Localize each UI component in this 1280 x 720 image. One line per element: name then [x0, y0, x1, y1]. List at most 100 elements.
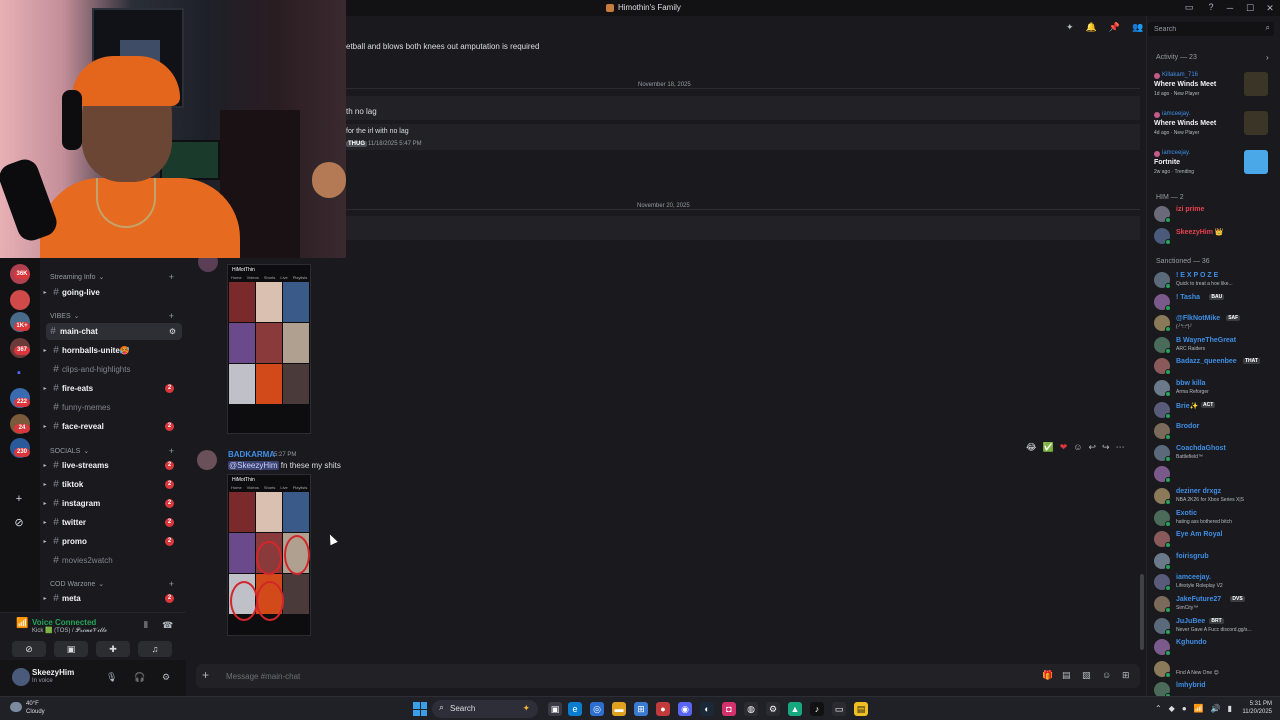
disconnect-icon[interactable]: ☎: [162, 620, 173, 631]
channel-promo[interactable]: ▸ # promo 2: [40, 533, 182, 550]
settings-icon[interactable]: ⚙: [766, 702, 780, 716]
member-item[interactable]: @FlkNotMike SAF (╯°□°)╯: [1154, 313, 1276, 333]
volume-icon[interactable]: 🔊: [1211, 704, 1221, 713]
chat-scrollbar[interactable]: [1140, 574, 1144, 650]
member-item[interactable]: deziner drxgz NBA 2K26 for Xbox Series X|…: [1154, 486, 1276, 506]
inbox-icon[interactable]: ▭: [1184, 2, 1194, 12]
network-icon[interactable]: 📶: [1194, 704, 1204, 713]
close-button[interactable]: ✕: [1260, 0, 1280, 16]
channel-main-chat[interactable]: # main-chat ⚙: [46, 323, 182, 340]
notification-bell-icon[interactable]: 🔔: [1086, 22, 1097, 33]
channel-face-reveal[interactable]: ▸ # face-reveal 2: [40, 418, 182, 435]
add-server-icon[interactable]: +: [12, 492, 26, 506]
server-icon[interactable]: [10, 290, 30, 310]
member-item[interactable]: [1154, 464, 1276, 484]
username[interactable]: SkeezyHim: [32, 668, 74, 677]
create-channel-icon[interactable]: +: [169, 579, 174, 589]
maximize-button[interactable]: ☐: [1240, 0, 1260, 16]
channel-hornballs-unite[interactable]: ▸ # hornballs-unite🥵: [40, 342, 182, 359]
voice-channel-name[interactable]: Kick 🟩 (TOS) / 𝓟𝓻𝓲𝓶𝓮𝓥𝓲𝓵𝓵𝓮: [32, 627, 107, 635]
user-mention[interactable]: @SkeezyHim: [228, 461, 279, 470]
gift-icon[interactable]: 🎁: [1042, 670, 1053, 681]
microphone-icon[interactable]: 🎙: [106, 672, 117, 683]
channel-clips-and-highlights[interactable]: # clips-and-highlights: [40, 361, 182, 378]
channel-movies2watch[interactable]: # movies2watch: [40, 552, 182, 569]
clock[interactable]: 5:31 PM 11/20/2025: [1242, 700, 1272, 716]
member-item[interactable]: Exotic hating ass bothered bitch: [1154, 508, 1276, 528]
start-button[interactable]: [413, 702, 427, 716]
reaction-emoji-icon[interactable]: 😂: [1026, 442, 1037, 453]
chrome-icon[interactable]: ●: [656, 702, 670, 716]
forward-icon[interactable]: ↪: [1102, 442, 1110, 453]
share-screen-button[interactable]: ▣: [54, 641, 88, 657]
activities-button[interactable]: ✚: [96, 641, 130, 657]
member-item[interactable]: Find A New One 😌: [1154, 659, 1276, 679]
browser-icon[interactable]: ◎: [590, 702, 604, 716]
activity-card[interactable]: iamceejay. Where Winds Meet 4d ago · New…: [1152, 111, 1274, 147]
member-list-icon[interactable]: 👥: [1132, 22, 1143, 33]
edge-icon[interactable]: e: [568, 702, 582, 716]
file-explorer-icon[interactable]: ▬: [612, 702, 626, 716]
member-item[interactable]: JuJuBee BRT Never Gave A Fucc discord.gg/s…: [1154, 616, 1276, 636]
obs-icon[interactable]: ◍: [744, 702, 758, 716]
instagram-icon[interactable]: ◘: [722, 702, 736, 716]
add-reaction-icon[interactable]: ☺: [1073, 442, 1082, 453]
category-streaming-info[interactable]: Streaming Info ⌄ +: [50, 272, 178, 282]
channel-settings-icon[interactable]: ⚙: [169, 327, 176, 336]
channel-instagram[interactable]: ▸ # instagram 2: [40, 495, 182, 512]
channel-meta[interactable]: ▸ # meta 2: [40, 590, 182, 607]
reaction-heart-icon[interactable]: ❤: [1060, 442, 1068, 453]
member-item[interactable]: foirisgrub: [1154, 551, 1276, 571]
member-item[interactable]: izi prime: [1154, 204, 1276, 224]
member-item[interactable]: Brie✨ ACT: [1154, 400, 1276, 420]
create-channel-icon[interactable]: +: [169, 272, 174, 282]
camera-off-button[interactable]: ⊘: [12, 641, 46, 657]
apps-icon[interactable]: ⊞: [1122, 670, 1130, 681]
tray-app-icon[interactable]: ●: [1182, 704, 1187, 713]
member-item[interactable]: Eye Am Royal: [1154, 529, 1276, 549]
tray-app-icon[interactable]: ◆: [1169, 704, 1175, 713]
gif-icon[interactable]: ▤: [1062, 670, 1071, 681]
attachment-image[interactable]: HiMotThin Home Videos Shorts Live Playli…: [227, 474, 311, 636]
search-input[interactable]: [1154, 23, 1254, 35]
member-item[interactable]: Kghundo: [1154, 637, 1276, 657]
more-icon[interactable]: ⋯: [1116, 442, 1125, 453]
channel-going-live[interactable]: ▸ # going-live: [40, 284, 182, 301]
activity-header[interactable]: Activity — 23: [1156, 54, 1197, 61]
pin-icon[interactable]: 📌: [1109, 22, 1120, 33]
add-attachment-icon[interactable]: +: [202, 668, 209, 682]
chevron-right-icon[interactable]: ›: [1266, 53, 1269, 62]
steam-icon[interactable]: ◐: [700, 702, 714, 716]
message-input[interactable]: [226, 669, 1006, 683]
reply-icon[interactable]: ↩: [1089, 442, 1097, 453]
sticker-icon[interactable]: ▧: [1082, 670, 1091, 681]
signal-icon[interactable]: 📶: [16, 618, 28, 629]
member-item[interactable]: JakeFuture27 DVS SimCity™: [1154, 594, 1276, 614]
discover-icon[interactable]: ⊘: [12, 516, 26, 530]
avatar[interactable]: [12, 668, 30, 686]
member-item[interactable]: ! Tasha BAU: [1154, 292, 1276, 312]
member-item[interactable]: SkeezyHim 👑: [1154, 226, 1276, 246]
soundboard-button[interactable]: ♫: [138, 641, 172, 657]
avatar[interactable]: [197, 450, 217, 470]
activity-card[interactable]: Killakam_716 Where Winds Meet 1d ago · N…: [1152, 72, 1274, 108]
member-item[interactable]: iamceejay. Lifestyle Roleplay V2: [1154, 572, 1276, 592]
tiktok-icon[interactable]: ♪: [810, 702, 824, 716]
category-socials[interactable]: SOCIALS ⌄ +: [50, 446, 178, 456]
channel-funny-memes[interactable]: # funny-memes: [40, 399, 182, 416]
message-author[interactable]: BADKARMA: [228, 450, 275, 459]
channel-tiktok[interactable]: ▸ # tiktok 2: [40, 476, 182, 493]
tray-chevron-icon[interactable]: ⌃: [1155, 704, 1162, 713]
channel-fire-eats[interactable]: ▸ # fire-eats 2: [40, 380, 182, 397]
member-item[interactable]: bbw killa Arma Reforger: [1154, 378, 1276, 398]
threads-icon[interactable]: ✦: [1066, 22, 1074, 33]
app-icon[interactable]: ▲: [788, 702, 802, 716]
category-cod-warzone[interactable]: COD Warzone ⌄ +: [50, 579, 178, 589]
taskbar-search[interactable]: ⌕ Search ✦: [432, 700, 538, 718]
sticky-notes-icon[interactable]: ▤: [854, 702, 868, 716]
member-item[interactable]: Brodor: [1154, 421, 1276, 441]
settings-gear-icon[interactable]: ⚙: [162, 672, 170, 683]
task-view-icon[interactable]: ▣: [548, 702, 562, 716]
member-item[interactable]: Badazz_queenbee THAT: [1154, 356, 1276, 376]
activity-card[interactable]: iamceejay. Fortnite 2w ago · Trending: [1152, 150, 1274, 186]
